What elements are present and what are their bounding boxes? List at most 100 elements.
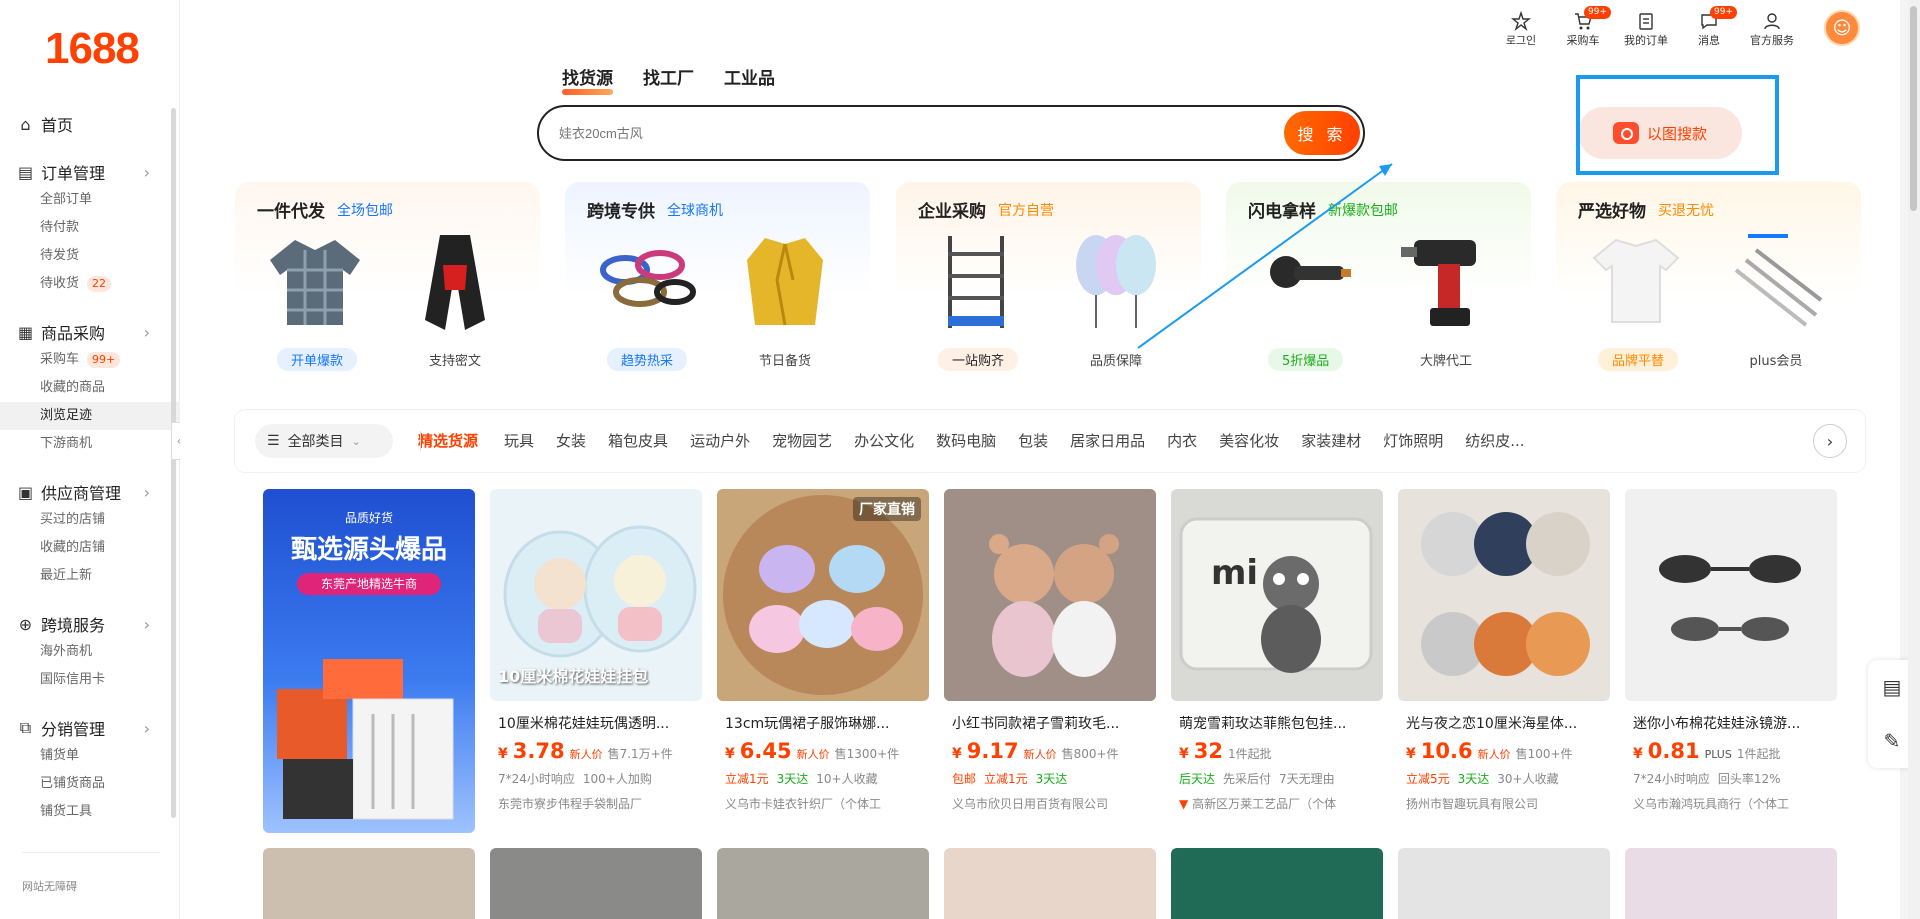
category-tab[interactable]: 数码电脑: [936, 430, 996, 451]
service-tag: 立减5元: [1406, 772, 1450, 786]
search-input[interactable]: [559, 121, 1159, 145]
category-tab[interactable]: 家装建材: [1301, 430, 1361, 451]
product-card[interactable]: 小红书同款裙子雪莉玫毛... ¥9.17 新人价 售800+件 包邮 立减1元 3天达 …: [944, 489, 1156, 812]
price-tag: 新人价: [1023, 748, 1057, 761]
product-title: 小红书同款裙子雪莉玫毛...: [952, 716, 1120, 732]
sidebar-item[interactable]: 铺货单: [0, 742, 180, 770]
service-button[interactable]: 官方服务: [1750, 10, 1794, 48]
tab-industrial[interactable]: 工业品: [724, 64, 775, 89]
category-tab[interactable]: 美容化妆: [1219, 430, 1279, 451]
sidebar-item[interactable]: 待付款: [0, 214, 180, 242]
shop-name[interactable]: 东莞市寮步伟程手袋制品厂: [490, 795, 702, 812]
product-card[interactable]: 厂家直销 13cm玩偶裙子服饰琳娜... ¥6.45 新人价 售1300+件 立减1…: [717, 489, 929, 812]
sidebar-group-orders: ▤ 订单管理 › 全部订单 待付款 待发货 待收货 22: [0, 158, 180, 298]
sidebar-group-title[interactable]: ▤ 订单管理 ›: [0, 158, 180, 186]
sidebar-item[interactable]: 收藏的商品: [0, 374, 180, 402]
shop-name[interactable]: 义乌市瀚鸿玩具商行（个体工: [1625, 795, 1837, 812]
sidebar-item[interactable]: 待发货: [0, 242, 180, 270]
login-button[interactable]: 로그인: [1500, 10, 1542, 48]
page-scrollbar[interactable]: [1908, 0, 1920, 919]
category-tab[interactable]: 箱包皮具: [608, 430, 668, 451]
brushes-image: [1726, 230, 1826, 330]
product-card[interactable]: 10厘米棉花娃娃挂包 10厘米棉花娃娃玩偶透明... ¥3.78 新人价 售7.1万…: [490, 489, 702, 812]
search-button[interactable]: 搜 索: [1284, 111, 1360, 155]
feedback-icon[interactable]: ▤: [1883, 675, 1902, 699]
category-tab[interactable]: 玩具: [504, 430, 534, 451]
shop-name[interactable]: 扬州市智趣玩具有限公司: [1398, 795, 1610, 812]
sidebar-group-title[interactable]: ▣ 供应商管理 ›: [0, 478, 180, 506]
category-tab[interactable]: 纺织皮...: [1465, 430, 1524, 451]
sidebar-item[interactable]: 国际信用卡: [0, 666, 180, 694]
product-card[interactable]: [490, 848, 702, 919]
sidebar-item[interactable]: 海外商机: [0, 638, 180, 666]
product-card[interactable]: 光与夜之恋10厘米海星体... ¥10.6 新人价 售100+件 立减5元 3天达 30…: [1398, 489, 1610, 812]
category-tab[interactable]: 运动户外: [690, 430, 750, 451]
sidebar-item[interactable]: 已铺货商品: [0, 770, 180, 798]
product-card[interactable]: [1398, 848, 1610, 919]
category-tab-selected[interactable]: 精选货源: [418, 430, 478, 451]
product-card[interactable]: mi 萌宠雪莉玫达菲熊包包挂... ¥32 1件起批 后天达 先采后付 7天无理由 ▼…: [1171, 489, 1383, 812]
shelf-image: [926, 230, 1026, 330]
product-card[interactable]: [1171, 848, 1383, 919]
service-tag: 回头率12%: [1717, 772, 1781, 786]
category-tab[interactable]: 居家日用品: [1070, 430, 1145, 451]
card-sample[interactable]: 闪电拿样 新爆款包邮 5折爆品 大牌代工: [1226, 182, 1531, 389]
sidebar-item[interactable]: 全部订单: [0, 186, 180, 214]
card-crossborder[interactable]: 跨境专供 全球商机 趋势热采 节日备货: [565, 182, 870, 389]
category-tab[interactable]: 办公文化: [854, 430, 914, 451]
sidebar-group-purchase: ▦ 商品采购 › 采购车 99+ 收藏的商品 浏览足迹 下游商机: [0, 318, 180, 458]
sidebar-item[interactable]: 最近上新: [0, 562, 180, 590]
sidebar-item-label: 采购车: [40, 352, 80, 367]
card-tag: 品牌平替: [1598, 348, 1679, 371]
service-tag: 100+人加购: [582, 772, 652, 786]
product-card[interactable]: [1625, 848, 1837, 919]
sidebar-item[interactable]: 收藏的店铺: [0, 534, 180, 562]
divider: [420, 431, 421, 451]
product-card[interactable]: [944, 848, 1156, 919]
shop-name[interactable]: 义乌市欣贝日用百货有限公司: [944, 795, 1156, 812]
sidebar-item[interactable]: 铺货工具: [0, 798, 180, 826]
promo-banner[interactable]: 品质好货 甄选源头爆品 东莞产地精选牛商: [263, 489, 475, 833]
logo[interactable]: 1688: [45, 24, 140, 74]
scrollbar-thumb[interactable]: [1910, 6, 1917, 211]
card-title: 一件代发: [257, 202, 325, 222]
sidebar-scrollbar[interactable]: [171, 108, 176, 818]
cart-button[interactable]: 99+ 采购车: [1562, 6, 1611, 48]
shop-name[interactable]: ▼ 高新区万莱工艺品厂（个体: [1171, 795, 1383, 812]
sidebar-item-active[interactable]: 浏览足迹: [0, 402, 180, 430]
card-enterprise[interactable]: 企业采购 官方自营 一站购齐 品质保障: [896, 182, 1201, 389]
app-root: 1688 ⌂ 首页 ▤ 订单管理 › 全部订单 待付款 待发货 待收货 22 ▦ 商品采购…: [0, 0, 1920, 919]
accessibility-link[interactable]: 网站无障碍: [22, 878, 77, 894]
card-dropship[interactable]: 一件代发 全场包邮 开单爆款 支持密文: [235, 182, 540, 389]
avatar[interactable]: ☺: [1824, 10, 1860, 46]
sidebar-group-title[interactable]: ▦ 商品采购 ›: [0, 318, 180, 346]
sidebar-home[interactable]: ⌂ 首页: [0, 110, 180, 138]
service-label: 官方服务: [1750, 34, 1794, 47]
sidebar-item[interactable]: 采购车 99+: [0, 346, 180, 374]
category-tab[interactable]: 包装: [1018, 430, 1048, 451]
product-card[interactable]: [263, 848, 475, 919]
sidebar-item[interactable]: 买过的店铺: [0, 506, 180, 534]
next-categories-button[interactable]: ›: [1813, 424, 1847, 458]
messages-button[interactable]: 99+ 消息: [1688, 6, 1737, 48]
edit-icon[interactable]: ✎: [1884, 729, 1901, 753]
tab-find-source[interactable]: 找货源: [562, 64, 613, 95]
sidebar-group-title[interactable]: ⊕ 跨境服务 ›: [0, 610, 180, 638]
category-tab[interactable]: 内衣: [1167, 430, 1197, 451]
product-card[interactable]: [717, 848, 929, 919]
category-tab[interactable]: 灯饰照明: [1383, 430, 1443, 451]
all-categories-dropdown[interactable]: ☰ 全部类目 ⌄: [255, 424, 393, 458]
card-select[interactable]: 严选好物 买退无忧 品牌平替 plus会员: [1556, 182, 1861, 389]
orders-button[interactable]: 我的订单: [1624, 10, 1668, 48]
sidebar-item[interactable]: 待收货 22: [0, 270, 180, 298]
shop-name[interactable]: 义乌市卡娃衣针织厂（个体工: [717, 795, 929, 812]
category-tab[interactable]: 宠物园艺: [772, 430, 832, 451]
tab-find-factory[interactable]: 找工厂: [643, 64, 694, 89]
sidebar-group-distribution: ⧉ 分销管理 › 铺货单 已铺货商品 铺货工具: [0, 714, 180, 826]
sidebar-item[interactable]: 下游商机: [0, 430, 180, 458]
category-tab[interactable]: 女装: [556, 430, 586, 451]
product-card[interactable]: 迷你小布棉花娃娃泳镜游... ¥0.81 PLUS 1件起批 7*24小时响应 回头率…: [1625, 489, 1837, 812]
sidebar-group-title[interactable]: ⧉ 分销管理 ›: [0, 714, 180, 742]
sold-count: 售1300+件: [834, 747, 900, 761]
sidebar-item-label: 最近上新: [40, 568, 93, 583]
